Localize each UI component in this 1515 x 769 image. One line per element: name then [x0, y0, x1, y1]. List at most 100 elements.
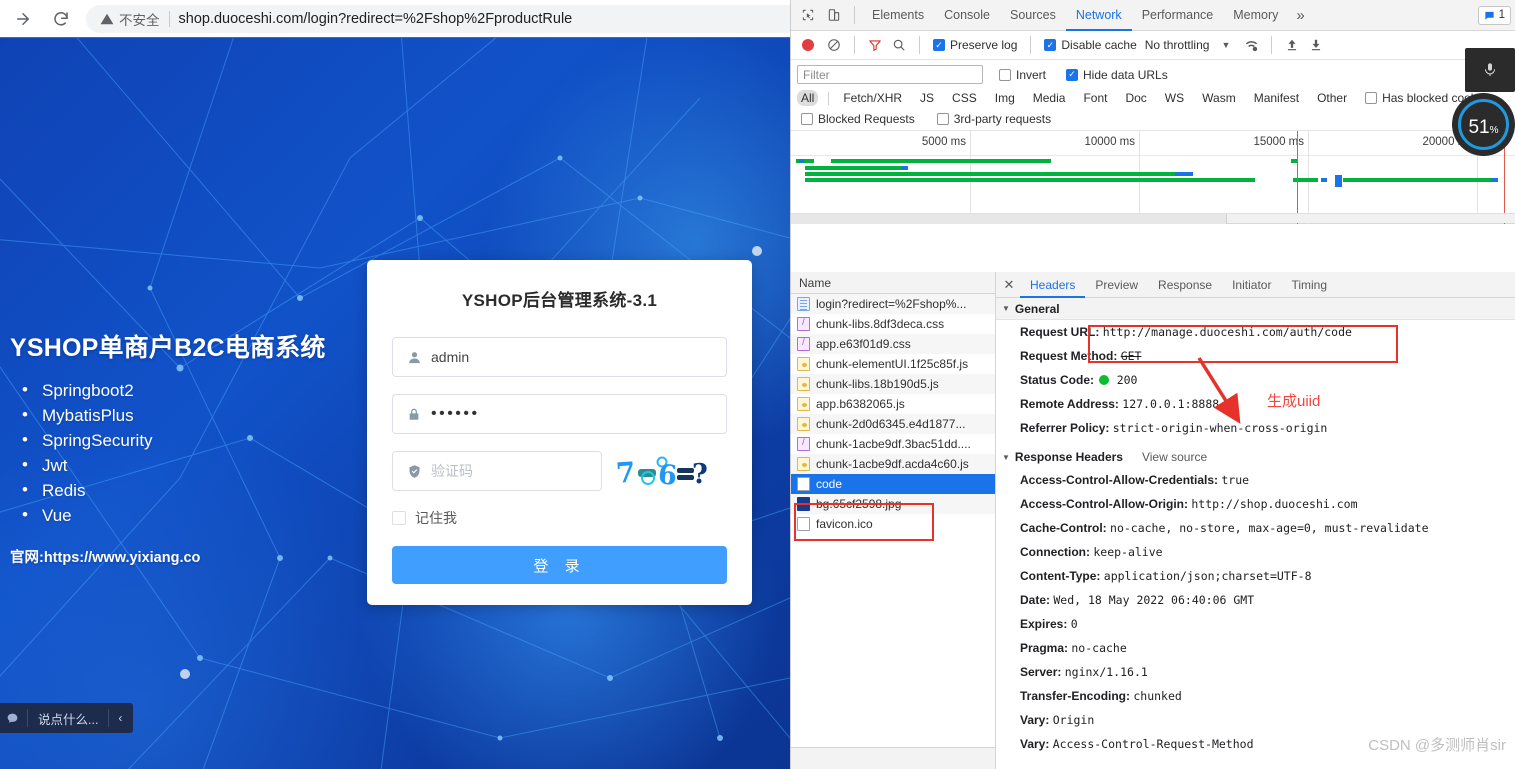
list-item: Redis: [22, 477, 355, 503]
view-source-link[interactable]: View source: [1142, 450, 1207, 464]
type-filter-fetchxhr[interactable]: Fetch/XHR: [839, 90, 906, 106]
search-icon[interactable]: [888, 34, 910, 56]
image-file-icon: [797, 497, 810, 511]
table-row[interactable]: app.e63f01d9.css: [791, 334, 995, 354]
type-filter-all[interactable]: All: [797, 90, 819, 106]
disable-cache-checkbox[interactable]: ✓: [1044, 39, 1057, 51]
overview-scrollbar[interactable]: [791, 213, 1515, 224]
hide-data-urls-toggle[interactable]: ✓ Hide data URLs: [1066, 68, 1168, 82]
record-button[interactable]: [802, 39, 814, 51]
filter-icon[interactable]: [864, 34, 886, 56]
tab-headers[interactable]: Headers: [1020, 272, 1085, 298]
table-row[interactable]: chunk-libs.18b190d5.js: [791, 374, 995, 394]
type-filter-other[interactable]: Other: [1313, 90, 1351, 106]
tab-network[interactable]: Network: [1066, 0, 1132, 31]
export-har-icon[interactable]: [1305, 34, 1327, 56]
response-headers-section-header[interactable]: ▼ Response Headers View source: [996, 446, 1515, 468]
request-name: code: [816, 477, 843, 491]
request-list[interactable]: Name login?redirect=%2Fshop%... chunk-li…: [791, 272, 996, 769]
invert-toggle[interactable]: Invert: [999, 68, 1046, 82]
tab-sources[interactable]: Sources: [1000, 0, 1066, 31]
list-item: MybatisPlus: [22, 402, 355, 428]
import-har-icon[interactable]: [1281, 34, 1303, 56]
third-party-requests-toggle[interactable]: 3rd-party requests: [936, 112, 1051, 126]
password-field[interactable]: ••••••: [392, 394, 727, 434]
throttling-select[interactable]: No throttling: [1145, 38, 1210, 52]
network-conditions-icon[interactable]: [1240, 34, 1262, 56]
tab-timing[interactable]: Timing: [1281, 272, 1337, 298]
username-field[interactable]: admin: [392, 337, 727, 377]
blocked-requests-checkbox[interactable]: [801, 113, 813, 125]
chat-bubble-icon: [0, 712, 27, 725]
invert-checkbox[interactable]: [999, 68, 1011, 81]
triangle-down-icon: ▼: [1002, 452, 1010, 462]
network-toolbar: ✓ Preserve log ✓ Disable cache No thrott…: [791, 31, 1515, 60]
table-row-selected-code[interactable]: code: [791, 474, 995, 494]
response-header-row: Cache-Control: no-cache, no-store, max-a…: [996, 516, 1515, 540]
tab-console[interactable]: Console: [934, 0, 1000, 31]
tab-performance[interactable]: Performance: [1132, 0, 1224, 31]
table-row[interactable]: favicon.ico: [791, 514, 995, 534]
header-name: Referrer Policy:: [1020, 421, 1110, 435]
type-filter-doc[interactable]: Doc: [1121, 90, 1150, 106]
preserve-log-checkbox[interactable]: ✓: [933, 39, 945, 51]
header-name: Vary:: [1020, 737, 1050, 751]
svg-text:7: 7: [615, 456, 637, 490]
type-filter-ws[interactable]: WS: [1161, 90, 1188, 106]
network-overview-timeline[interactable]: 5000 ms 10000 ms 15000 ms 20000 ms: [791, 131, 1515, 224]
type-filter-css[interactable]: CSS: [948, 90, 981, 106]
chevron-down-icon[interactable]: ▼: [1221, 40, 1230, 50]
third-party-requests-checkbox[interactable]: [936, 113, 949, 125]
blocked-requests-toggle[interactable]: Blocked Requests: [801, 112, 915, 126]
has-blocked-cookies-checkbox[interactable]: [1365, 92, 1378, 104]
type-filter-font[interactable]: Font: [1079, 90, 1111, 106]
inspect-element-icon[interactable]: [795, 2, 821, 28]
type-filter-wasm[interactable]: Wasm: [1198, 90, 1240, 106]
remember-me-row[interactable]: 记住我: [392, 508, 727, 528]
forward-button[interactable]: [8, 4, 38, 34]
message-count-badge[interactable]: 1: [1477, 5, 1511, 25]
reload-button[interactable]: [46, 4, 76, 34]
general-section-header[interactable]: ▼ General: [996, 298, 1515, 320]
tab-elements[interactable]: Elements: [862, 0, 934, 31]
header-value: no-cache, no-store, max-age=0, must-reva…: [1110, 521, 1429, 535]
type-filter-manifest[interactable]: Manifest: [1250, 90, 1303, 106]
chat-widget[interactable]: 说点什么... ‹: [0, 703, 134, 733]
table-row[interactable]: chunk-elementUI.1f25c85f.js: [791, 354, 995, 374]
page-title: YSHOP单商户B2C电商系统: [10, 334, 326, 362]
official-site-link[interactable]: 官网:https://www.yixiang.co: [10, 546, 355, 567]
remember-me-checkbox[interactable]: [392, 511, 406, 525]
clear-icon[interactable]: [823, 34, 845, 56]
hide-data-urls-checkbox[interactable]: ✓: [1066, 68, 1079, 81]
captcha-image[interactable]: 7 6 ?: [614, 452, 710, 490]
table-row[interactable]: chunk-1acbe9df.acda4c60.js: [791, 454, 995, 474]
type-filter-img[interactable]: Img: [991, 90, 1019, 106]
disable-cache-toggle[interactable]: ✓ Disable cache: [1044, 38, 1137, 52]
table-row[interactable]: chunk-2d0d6345.e4d1877...: [791, 414, 995, 434]
preserve-log-toggle[interactable]: ✓ Preserve log: [933, 38, 1017, 52]
table-row[interactable]: app.b6382065.js: [791, 394, 995, 414]
tab-initiator[interactable]: Initiator: [1222, 272, 1281, 298]
filter-row-secondary: Blocked Requests 3rd-party requests: [797, 112, 1509, 126]
table-row[interactable]: login?redirect=%2Fshop%...: [791, 294, 995, 314]
table-row[interactable]: bg.65cf2598.jpg: [791, 494, 995, 514]
tab-memory[interactable]: Memory: [1223, 0, 1288, 31]
type-filter-media[interactable]: Media: [1029, 90, 1070, 106]
annotation-label: 生成uiid: [1267, 393, 1321, 410]
table-row[interactable]: chunk-libs.8df3deca.css: [791, 314, 995, 334]
login-button[interactable]: 登 录: [392, 546, 727, 584]
close-icon[interactable]: ✕: [998, 274, 1020, 296]
filter-input[interactable]: [797, 65, 983, 84]
captcha-input[interactable]: 验证码: [392, 451, 602, 491]
microphone-overlay[interactable]: [1465, 48, 1515, 92]
chat-input-placeholder[interactable]: 说点什么...: [28, 709, 108, 728]
tab-preview[interactable]: Preview: [1085, 272, 1148, 298]
table-row[interactable]: chunk-1acbe9df.3bac51dd....: [791, 434, 995, 454]
more-tabs-icon[interactable]: »: [1288, 7, 1312, 24]
type-filter-js[interactable]: JS: [916, 90, 938, 106]
device-toolbar-icon[interactable]: [821, 2, 847, 28]
chat-collapse-icon[interactable]: ‹: [109, 711, 131, 725]
tab-response[interactable]: Response: [1148, 272, 1222, 298]
devtools-tabbar: Elements Console Sources Network Perform…: [791, 0, 1515, 31]
svg-text:6: 6: [657, 459, 678, 490]
